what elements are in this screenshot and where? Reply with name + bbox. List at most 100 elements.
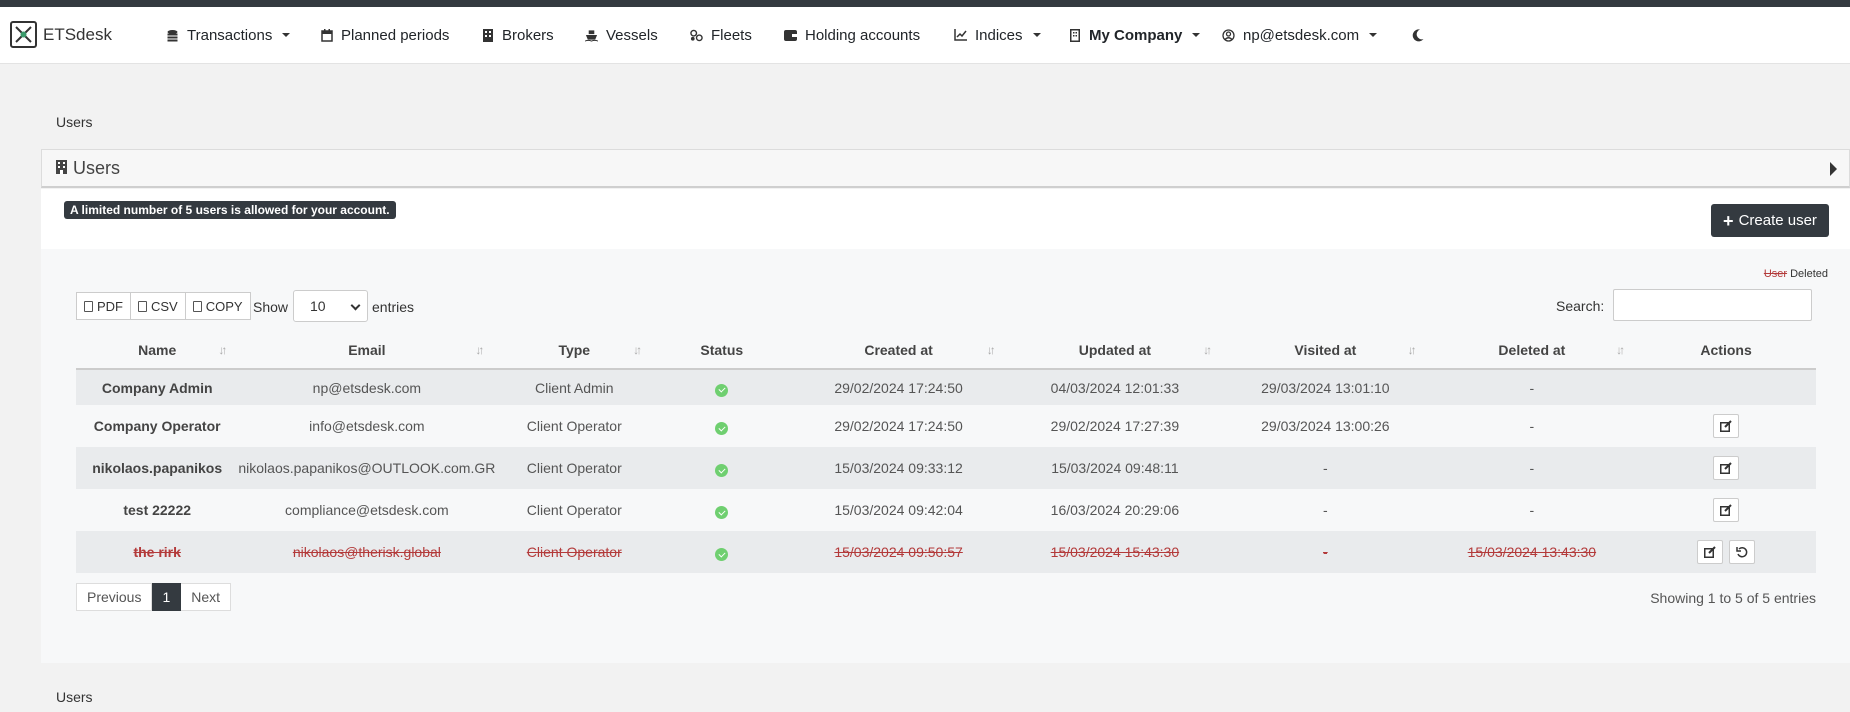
logo-icon <box>10 21 37 48</box>
nav-fleets[interactable]: Fleets <box>690 25 752 45</box>
edit-icon <box>1720 420 1732 432</box>
chevron-down-icon <box>1192 33 1201 37</box>
cell-deleted: 15/03/2024 13:43:30 <box>1427 531 1637 573</box>
search-input[interactable] <box>1613 289 1812 321</box>
users-table: Name ↓↑ Email ↓↑ Type ↓↑ Status Created at ↓… <box>76 331 1816 573</box>
cell-created: 15/03/2024 09:50:57 <box>790 531 1007 573</box>
building-icon <box>481 28 494 42</box>
chevron-down-icon <box>350 300 361 311</box>
nav-brokers[interactable]: Brokers <box>481 25 554 45</box>
cell-actions <box>1636 369 1816 405</box>
cell-name: Company Admin <box>76 369 239 405</box>
copy-button[interactable]: COPY <box>185 292 251 320</box>
cell-email: np@etsdesk.com <box>238 369 496 405</box>
cell-visited: - <box>1223 447 1428 489</box>
brand[interactable]: ETSdesk <box>10 21 112 48</box>
navbar: ETSdesk Transactions Planned periods Bro… <box>0 7 1850 64</box>
col-header-deleted[interactable]: Deleted at ↓↑ <box>1427 331 1637 370</box>
table-row: Company Operator info@etsdesk.com Client… <box>76 405 1816 447</box>
page-1-button[interactable]: 1 <box>152 583 182 611</box>
cell-created: 29/02/2024 17:24:50 <box>834 418 963 434</box>
search-label: Search: <box>1556 298 1605 314</box>
export-buttons: PDF CSV COPY <box>76 292 251 320</box>
check-circle-icon <box>715 422 729 436</box>
theme-toggle[interactable] <box>1411 25 1424 45</box>
edit-button[interactable] <box>1713 456 1740 480</box>
nav-my-company-label: My Company <box>1089 26 1183 44</box>
calendar-icon <box>320 28 333 42</box>
cell-name: nikolaos.papanikos <box>76 447 239 489</box>
cell-created: 15/03/2024 09:42:04 <box>834 502 963 518</box>
cell-actions <box>1636 531 1816 573</box>
col-header-status: Status <box>653 331 791 370</box>
edit-button[interactable] <box>1713 498 1740 522</box>
cell-visited: - <box>1223 531 1428 573</box>
moon-icon <box>1411 28 1424 42</box>
check-circle-icon <box>715 506 729 520</box>
nav-holding-accounts[interactable]: Holding accounts <box>784 25 920 45</box>
edit-icon <box>1704 546 1716 558</box>
col-header-visited[interactable]: Visited at ↓↑ <box>1223 331 1428 370</box>
csv-button[interactable]: CSV <box>131 292 186 320</box>
cell-type: Client Admin <box>495 369 654 405</box>
nav-user-menu[interactable]: np@etsdesk.com <box>1222 25 1378 45</box>
nav-fleets-label: Fleets <box>711 26 752 44</box>
card-top: A limited number of 5 users is allowed f… <box>41 189 1850 249</box>
coins-icon <box>166 28 179 42</box>
nav-brokers-label: Brokers <box>502 26 554 44</box>
footer-breadcrumb[interactable]: Users <box>56 689 93 705</box>
col-header-name[interactable]: Name ↓↑ <box>76 331 239 370</box>
cell-status <box>653 369 791 405</box>
cell-type: Client Operator <box>495 447 654 489</box>
legend-deleted: Deleted <box>1790 268 1828 280</box>
sort-icon: ↓↑ <box>1616 343 1625 357</box>
chevron-down-icon <box>1369 33 1378 37</box>
edit-icon <box>1720 504 1732 516</box>
undo-icon <box>1736 546 1748 558</box>
cell-created: 29/02/2024 17:24:50 <box>790 369 1007 405</box>
cell-updated: 15/03/2024 09:48:11 <box>1006 447 1224 489</box>
nav-vessels[interactable]: Vessels <box>585 25 658 45</box>
plus-icon: + <box>1723 210 1734 231</box>
collapse-toggle-icon[interactable] <box>1830 162 1837 176</box>
col-header-updated[interactable]: Updated at ↓↑ <box>1006 331 1224 370</box>
cell-email: nikolaos.papanikos@OUTLOOK.com.GR <box>238 447 496 489</box>
pdf-button[interactable]: PDF <box>76 292 131 320</box>
cell-status <box>653 489 790 531</box>
col-header-email[interactable]: Email ↓↑ <box>238 331 496 370</box>
nav-indices[interactable]: Indices <box>954 25 1041 45</box>
nav-planned-periods-label: Planned periods <box>341 26 450 44</box>
clipboard-icon <box>192 300 202 312</box>
cell-type: Client Operator <box>526 502 622 518</box>
chart-line-icon <box>954 28 967 42</box>
pagination: Previous 1 Next <box>76 583 232 611</box>
top-strip <box>0 0 1850 7</box>
cell-updated: 29/02/2024 17:27:39 <box>1050 418 1180 434</box>
edit-button[interactable] <box>1713 414 1740 438</box>
card-title: Users <box>73 157 121 178</box>
cell-updated: 16/03/2024 20:29:06 <box>1050 502 1180 518</box>
cell-deleted: - <box>1427 447 1637 489</box>
chevron-down-icon <box>282 33 291 37</box>
nav-transactions[interactable]: Transactions <box>166 25 291 45</box>
restore-button[interactable] <box>1729 540 1756 564</box>
cell-updated: 04/03/2024 12:01:33 <box>1006 369 1224 405</box>
previous-page-button[interactable]: Previous <box>76 583 153 611</box>
create-user-button[interactable]: + Create user <box>1711 204 1829 237</box>
next-page-button[interactable]: Next <box>181 583 232 611</box>
edit-button[interactable] <box>1697 540 1724 564</box>
col-header-created[interactable]: Created at ↓↑ <box>790 331 1007 370</box>
check-circle-icon <box>715 464 729 478</box>
entries-select[interactable]: 10 <box>293 290 368 322</box>
breadcrumb[interactable]: Users <box>56 114 93 130</box>
sort-icon: ↓↑ <box>1407 343 1417 357</box>
nav-planned-periods[interactable]: Planned periods <box>320 25 449 45</box>
card-header[interactable]: Users <box>41 149 1850 188</box>
cell-email: compliance@etsdesk.com <box>285 502 449 518</box>
cell-email: info@etsdesk.com <box>309 418 425 434</box>
nav-my-company[interactable]: My Company <box>1068 25 1201 45</box>
col-header-type[interactable]: Type ↓↑ <box>495 331 654 370</box>
nav-vessels-label: Vessels <box>606 26 658 44</box>
sort-icon: ↓↑ <box>633 343 642 357</box>
table-row: Company Admin np@etsdesk.com Client Admi… <box>76 369 1816 405</box>
